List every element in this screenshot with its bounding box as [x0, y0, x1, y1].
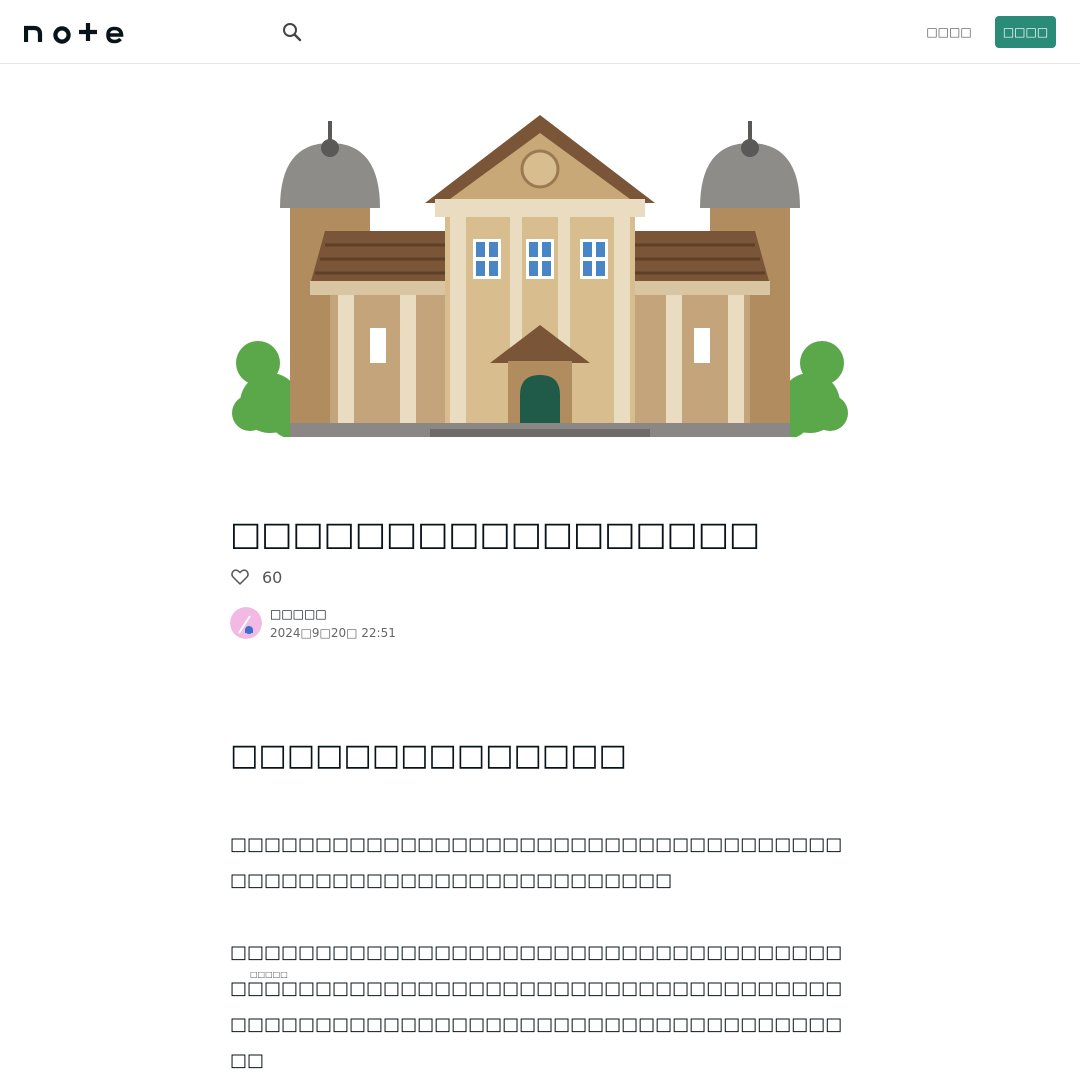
note-logo-mark: [23, 23, 124, 44]
museum-illustration: [232, 115, 848, 438]
article-heading: □□□□□□□□□□□□□□: [230, 738, 627, 773]
article-title: □□□□□□□□□□□□□□□□□: [230, 514, 761, 553]
article-paragraph: □□□□□□□□□□□□□□□□□□□□□□□□□□□□□□□□□□□□□□□□…: [230, 834, 843, 891]
search-icon: [283, 23, 302, 42]
site-header: □□□□ □□□□: [0, 0, 1080, 64]
windows: [473, 239, 608, 279]
note-logo[interactable]: [23, 20, 124, 44]
author-name[interactable]: □□□□□: [270, 607, 327, 621]
article-paragraph: □□□□□□□□□□□□□□□□□□□□□□□□□□□□□□□□□□□□□□□□…: [230, 942, 843, 1071]
signup-button[interactable]: □□□□: [995, 16, 1056, 48]
login-link[interactable]: □□□□: [918, 20, 980, 44]
hero-image: [230, 113, 850, 438]
publish-date: 2024□9□20□ 22:51: [270, 626, 396, 640]
avatar[interactable]: [230, 607, 262, 639]
like-count: 60: [262, 567, 283, 587]
author-avatar-image: [230, 607, 262, 639]
ruby-annotation: □□□□□: [250, 970, 288, 979]
heart-outline-icon: [231, 569, 249, 585]
like-area: 60: [230, 566, 282, 588]
search-button[interactable]: [280, 20, 304, 44]
like-button[interactable]: [230, 567, 250, 587]
